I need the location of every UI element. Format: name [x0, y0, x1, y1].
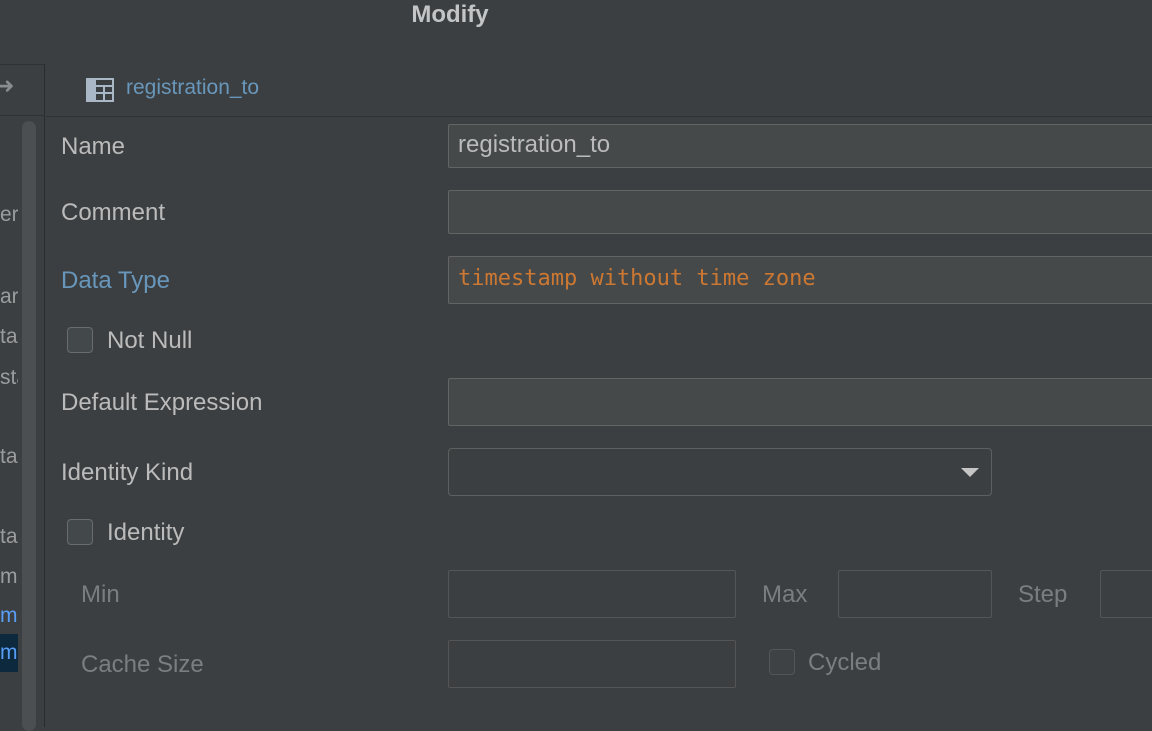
name-label: Name [61, 133, 126, 160]
comment-input[interactable] [448, 190, 1152, 234]
chevron-down-icon [961, 468, 979, 477]
name-input[interactable]: registration_to [448, 124, 1152, 168]
tree-item[interactable]: ar [0, 285, 18, 309]
not-null-label: Not Null [107, 327, 193, 354]
dialog-title: Modify [411, 1, 489, 28]
tree-item[interactable]: ta [0, 445, 18, 469]
cache-size-label: Cache Size [81, 651, 204, 678]
object-header: registration_to [46, 66, 1152, 117]
comment-label: Comment [61, 199, 166, 226]
tree-item[interactable]: ta [0, 325, 18, 349]
step-input[interactable] [1100, 570, 1152, 618]
step-label: Step [1018, 581, 1068, 608]
min-input[interactable] [448, 570, 736, 618]
tree-divider [0, 115, 44, 116]
max-input[interactable] [838, 570, 992, 618]
tree-item[interactable]: sta [0, 366, 18, 390]
default-expression-input[interactable] [448, 378, 1152, 426]
tree-scrollbar[interactable] [22, 121, 36, 731]
data-type-label[interactable]: Data Type [61, 267, 170, 295]
default-expression-label: Default Expression [61, 389, 263, 416]
table-icon [86, 78, 114, 102]
cycled-checkbox[interactable] [769, 649, 795, 675]
identity-kind-label: Identity Kind [61, 459, 194, 486]
tree-item[interactable]: er [0, 203, 18, 227]
tree-item[interactable]: mp [0, 565, 18, 589]
tree-item-selected[interactable]: m [0, 634, 18, 672]
tree-item-link[interactable]: m [0, 604, 18, 628]
object-name: registration_to [126, 76, 260, 99]
name-value: registration_to [458, 131, 611, 158]
identity-checkbox[interactable] [67, 519, 93, 545]
cache-size-input[interactable] [448, 640, 736, 688]
tree-item[interactable]: ta [0, 525, 18, 549]
chevron-right-icon[interactable]: ➜ [0, 73, 14, 99]
max-label: Max [762, 581, 808, 608]
identity-kind-select[interactable] [448, 448, 992, 496]
identity-label: Identity [107, 519, 185, 546]
not-null-checkbox[interactable] [67, 327, 93, 353]
data-type-value: timestamp without time zone [458, 266, 816, 291]
data-type-input[interactable]: timestamp without time zone [448, 256, 1152, 304]
cycled-label: Cycled [808, 649, 882, 676]
min-label: Min [81, 581, 120, 608]
